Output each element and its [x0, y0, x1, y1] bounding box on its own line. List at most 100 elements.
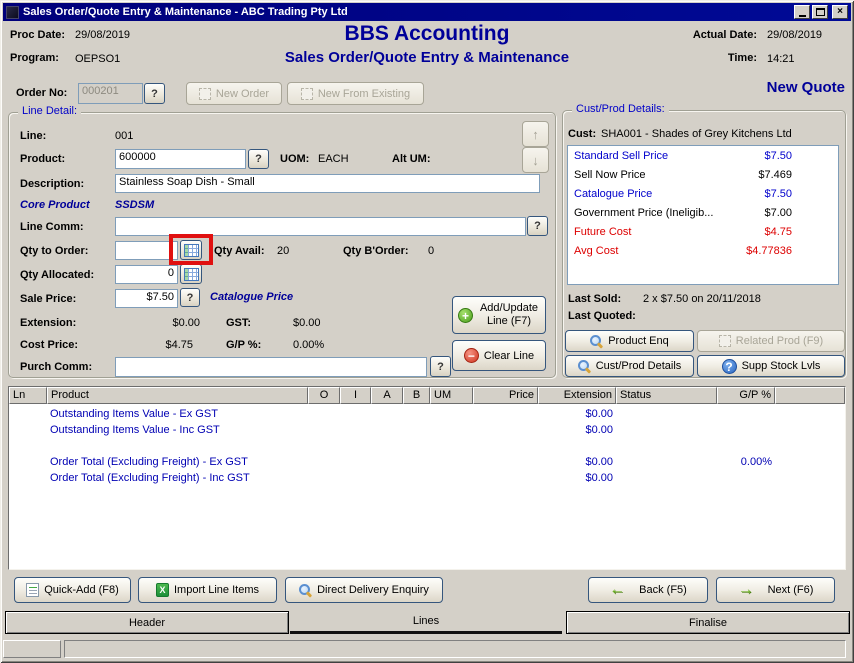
- gp-value: 0.00%: [293, 339, 324, 351]
- clear-line-button[interactable]: − Clear Line: [452, 340, 546, 371]
- product-field[interactable]: 600000: [115, 149, 246, 169]
- back-arrow-icon: ←: [609, 582, 625, 598]
- new-from-existing-label: New From Existing: [318, 88, 410, 100]
- order-no-lookup-button[interactable]: ?: [144, 83, 165, 104]
- line-value: 001: [115, 130, 133, 142]
- price-row-label: Future Cost: [574, 226, 631, 238]
- row-extension: $0.00: [538, 424, 616, 436]
- gst-label: GST:: [226, 317, 251, 329]
- tab-header[interactable]: Header: [5, 611, 289, 634]
- status-bar-grip: [3, 640, 61, 658]
- price-row-value: $4.77836: [700, 245, 792, 257]
- uom-value: EACH: [318, 153, 349, 165]
- add-update-line-button[interactable]: + Add/Update Line (F7): [452, 296, 546, 334]
- proc-date-label: Proc Date:: [10, 29, 65, 41]
- maximize-button[interactable]: [812, 5, 828, 19]
- line-comm-label: Line Comm:: [20, 221, 84, 233]
- actual-date-value: 29/08/2019: [767, 29, 822, 41]
- row-extension: $0.00: [538, 408, 616, 420]
- order-no-label: Order No:: [16, 87, 67, 99]
- new-order-button[interactable]: New Order: [186, 82, 282, 105]
- supp-stock-lvls-button[interactable]: ? Supp Stock Lvls: [697, 355, 845, 377]
- import-line-items-label: Import Line Items: [174, 584, 259, 596]
- purch-comm-lookup-button[interactable]: ?: [430, 356, 451, 377]
- purch-comm-label: Purch Comm:: [20, 361, 92, 373]
- quick-add-label: Quick-Add (F8): [44, 584, 119, 596]
- column-header-i: I: [340, 387, 371, 404]
- price-row-label: Catalogue Price: [574, 188, 652, 200]
- close-button[interactable]: ×: [832, 5, 848, 19]
- cust-prod-details-button[interactable]: Cust/Prod Details: [565, 355, 694, 377]
- spreadsheet-icon: X: [156, 583, 169, 597]
- price-row-value: $7.00: [700, 207, 792, 219]
- time-value: 14:21: [767, 53, 795, 65]
- direct-delivery-enquiry-button[interactable]: Direct Delivery Enquiry: [285, 577, 443, 603]
- help-icon: ?: [151, 88, 158, 100]
- app-icon: [6, 6, 19, 19]
- table-row: Outstanding Items Value - Ex GST $0.00: [9, 406, 845, 422]
- line-up-button[interactable]: ↑: [522, 121, 549, 147]
- import-line-items-button[interactable]: X Import Line Items: [138, 577, 277, 603]
- proc-date-value: 29/08/2019: [75, 29, 130, 41]
- order-no-field[interactable]: 000201: [78, 83, 143, 104]
- minimize-button[interactable]: [794, 5, 810, 19]
- line-label: Line:: [20, 130, 46, 142]
- cust-prod-details-label: Cust/Prod Details: [596, 360, 682, 372]
- new-order-icon: [199, 88, 211, 100]
- related-prod-button[interactable]: Related Prod (F9): [697, 330, 845, 352]
- last-sold-label: Last Sold:: [568, 293, 621, 305]
- tab-lines[interactable]: Lines: [290, 611, 562, 634]
- new-from-existing-icon: [301, 88, 313, 100]
- sale-price-lookup-button[interactable]: ?: [180, 288, 200, 307]
- qty-allocated-field[interactable]: 0: [115, 265, 178, 284]
- row-product: Outstanding Items Value - Inc GST: [47, 424, 308, 436]
- mode-indicator: New Quote: [767, 79, 845, 96]
- help-icon: ?: [534, 220, 541, 232]
- next-label: Next (F6): [768, 584, 814, 596]
- column-header-b: B: [403, 387, 430, 404]
- table-row: Outstanding Items Value - Inc GST $0.00: [9, 422, 845, 438]
- back-button[interactable]: ← Back (F5): [588, 577, 708, 603]
- column-header-um: UM: [430, 387, 473, 404]
- uom-label: UOM:: [280, 153, 309, 165]
- description-field[interactable]: Stainless Soap Dish - Small: [115, 174, 540, 193]
- program-label: Program:: [10, 52, 59, 64]
- calculator-grid-icon: [184, 268, 199, 281]
- quick-add-icon: [26, 583, 39, 597]
- product-enq-label: Product Enq: [608, 335, 669, 347]
- price-row-value: $7.50: [700, 150, 792, 162]
- gst-value: $0.00: [293, 317, 321, 329]
- product-enq-button[interactable]: Product Enq: [565, 330, 694, 352]
- cust-prod-title: Cust/Prod Details:: [572, 103, 669, 115]
- table-header-row: Ln Product O I A B UM Price Extension St…: [9, 387, 845, 404]
- supp-stock-lvls-label: Supp Stock Lvls: [742, 360, 821, 372]
- last-quoted-label: Last Quoted:: [568, 310, 636, 322]
- column-header-o: O: [308, 387, 340, 404]
- new-from-existing-button[interactable]: New From Existing: [287, 82, 424, 105]
- line-down-button[interactable]: ↓: [522, 147, 549, 173]
- back-label: Back (F5): [639, 584, 687, 596]
- qty-border-value: 0: [428, 245, 434, 257]
- price-row-label: Avg Cost: [574, 245, 618, 257]
- minimize-icon: [799, 15, 806, 17]
- extension-label: Extension:: [20, 317, 76, 329]
- column-header-filler: [775, 387, 845, 404]
- line-detail-title: Line Detail:: [18, 105, 81, 117]
- tab-finalise[interactable]: Finalise: [566, 611, 850, 634]
- row-extension: $0.00: [538, 472, 616, 484]
- product-lookup-button[interactable]: ?: [248, 149, 269, 169]
- table-row: [9, 438, 845, 454]
- column-header-price: Price: [473, 387, 538, 404]
- cost-price-label: Cost Price:: [20, 339, 78, 351]
- qty-allocated-calculator-button[interactable]: [180, 264, 202, 284]
- quick-add-button[interactable]: Quick-Add (F8): [14, 577, 131, 603]
- next-button[interactable]: → Next (F6): [716, 577, 835, 603]
- price-row-value: $4.75: [700, 226, 792, 238]
- line-comm-lookup-button[interactable]: ?: [527, 216, 548, 236]
- next-arrow-icon: →: [738, 582, 754, 598]
- annotation-highlight-box: [169, 234, 213, 265]
- order-lines-table: Ln Product O I A B UM Price Extension St…: [8, 386, 846, 570]
- purch-comm-field[interactable]: [115, 357, 427, 377]
- sale-price-field[interactable]: $7.50: [115, 289, 178, 308]
- sale-price-label: Sale Price:: [20, 293, 76, 305]
